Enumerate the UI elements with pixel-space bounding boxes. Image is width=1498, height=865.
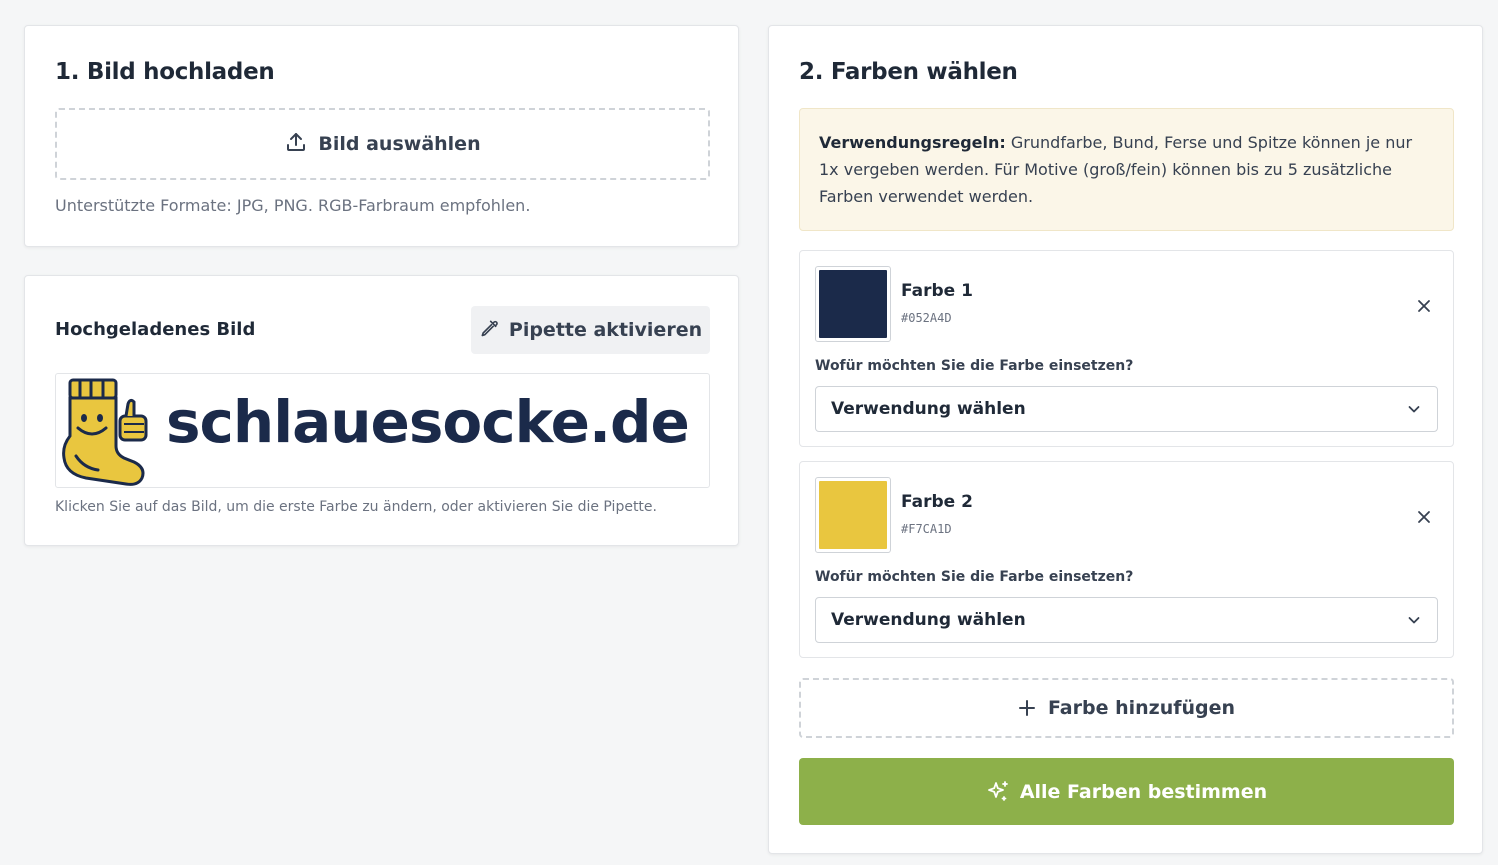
logo-text: schlauesocke.de — [166, 388, 690, 456]
color-item: Farbe 2 #F7CA1D Wofür möchten Sie die Fa… — [799, 461, 1454, 658]
color-name: Farbe 2 — [901, 492, 973, 512]
determine-all-colors-button[interactable]: Alle Farben bestimmen — [799, 758, 1454, 825]
usage-question: Wofür möchten Sie die Farbe einsetzen? — [815, 569, 1134, 585]
color-item: Farbe 1 #052A4D Wofür möchten Sie die Fa… — [799, 250, 1454, 447]
usage-select-value: Verwendung wählen — [831, 399, 1026, 419]
usage-rules-label: Verwendungsregeln: — [819, 133, 1006, 152]
upload-button-label: Bild auswählen — [318, 133, 481, 155]
remove-color-button[interactable] — [1413, 506, 1435, 528]
color-swatch-fill — [819, 481, 887, 549]
uploaded-image[interactable]: schlauesocke.de — [55, 373, 710, 488]
color-swatch-fill — [819, 270, 887, 338]
chevron-down-icon — [1408, 617, 1420, 624]
usage-select[interactable]: Verwendung wählen — [815, 386, 1438, 432]
preview-card: Hochgeladenes Bild Pipette aktivieren sc… — [24, 275, 739, 546]
upload-title: 1. Bild hochladen — [55, 59, 275, 85]
upload-card: 1. Bild hochladen Bild auswählen Unterst… — [24, 25, 739, 247]
usage-question: Wofür möchten Sie die Farbe einsetzen? — [815, 358, 1134, 374]
chevron-down-icon — [1408, 406, 1420, 413]
colors-card: 2. Farben wählen Verwendungsregeln: Grun… — [768, 25, 1483, 854]
sock-mascot-icon — [62, 378, 148, 486]
color-name: Farbe 1 — [901, 281, 973, 301]
pipette-button-label: Pipette aktivieren — [508, 319, 703, 341]
upload-icon — [284, 130, 308, 158]
color-hex: #F7CA1D — [901, 522, 952, 536]
pipette-button[interactable]: Pipette aktivieren — [471, 306, 710, 354]
upload-dropzone[interactable]: Bild auswählen — [55, 108, 710, 180]
add-color-button[interactable]: Farbe hinzufügen — [799, 678, 1454, 738]
upload-hint: Unterstützte Formate: JPG, PNG. RGB-Farb… — [55, 196, 531, 215]
colors-title: 2. Farben wählen — [799, 59, 1018, 85]
sparkle-icon — [987, 780, 1008, 801]
color-swatch[interactable] — [815, 266, 891, 342]
add-color-label: Farbe hinzufügen — [1047, 697, 1236, 719]
remove-color-button[interactable] — [1413, 295, 1435, 317]
determine-all-colors-label: Alle Farben bestimmen — [1019, 780, 1268, 803]
plus-icon — [1018, 700, 1035, 716]
usage-select[interactable]: Verwendung wählen — [815, 597, 1438, 643]
color-hex: #052A4D — [901, 311, 952, 325]
close-icon — [1418, 511, 1430, 523]
preview-hint: Klicken Sie auf das Bild, um die erste F… — [55, 499, 657, 515]
pipette-icon — [479, 318, 499, 342]
close-icon — [1418, 300, 1430, 312]
color-swatch[interactable] — [815, 477, 891, 553]
usage-rules-notice: Verwendungsregeln: Grundfarbe, Bund, Fer… — [799, 108, 1454, 231]
preview-title: Hochgeladenes Bild — [55, 319, 256, 340]
usage-select-value: Verwendung wählen — [831, 610, 1026, 630]
